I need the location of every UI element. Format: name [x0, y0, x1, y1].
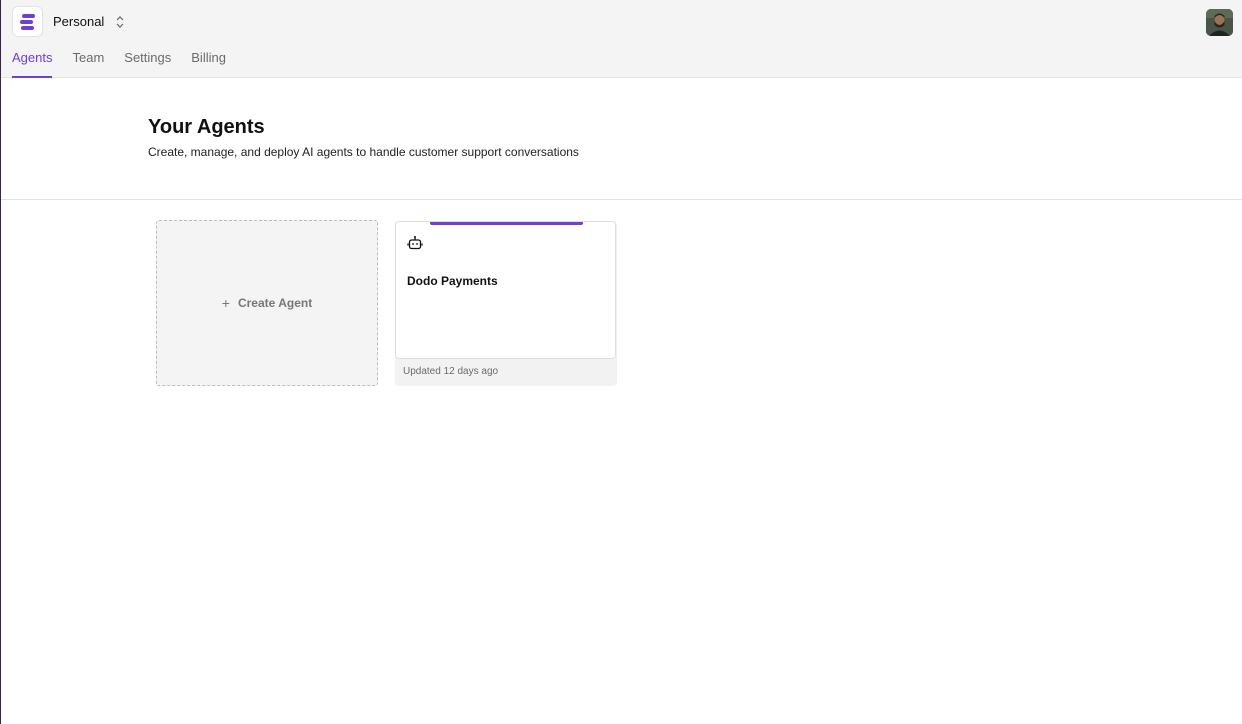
- tab-billing[interactable]: Billing: [191, 48, 226, 78]
- create-agent-label: Create Agent: [237, 296, 313, 310]
- create-agent-content: + Create Agent: [222, 295, 312, 311]
- page-subtitle: Create, manage, and deploy AI agents to …: [148, 145, 579, 159]
- user-avatar[interactable]: [1206, 9, 1233, 36]
- chevron-up-down-icon: [116, 16, 124, 28]
- agent-card-dodo-payments[interactable]: Dodo Payments: [395, 221, 616, 359]
- create-agent-button[interactable]: + Create Agent: [156, 220, 378, 386]
- agent-name: Dodo Payments: [407, 274, 498, 288]
- workspace-switcher[interactable]: [114, 14, 126, 30]
- page-title: Your Agents: [148, 116, 265, 138]
- robot-icon: [407, 236, 423, 250]
- tab-agents[interactable]: Agents: [12, 48, 53, 78]
- tab-settings[interactable]: Settings: [124, 48, 171, 78]
- page-header: Your Agents Create, manage, and deploy A…: [1, 78, 1242, 200]
- agent-card-container: Dodo Payments Updated 12 days ago: [395, 221, 617, 386]
- workspace-logo[interactable]: [12, 6, 43, 37]
- brand-logo-icon: [19, 13, 35, 30]
- top-bar: Personal Agents Team Settings Billing: [1, 0, 1242, 78]
- agent-updated-text: Updated 12 days ago: [403, 366, 499, 377]
- workspace-name[interactable]: Personal: [53, 14, 104, 29]
- nav-tabs: Agents Team Settings Billing: [12, 48, 246, 78]
- user-avatar-image: [1206, 9, 1233, 36]
- agent-card-accent: [430, 222, 583, 225]
- plus-icon: +: [221, 295, 230, 311]
- tab-team[interactable]: Team: [72, 48, 104, 78]
